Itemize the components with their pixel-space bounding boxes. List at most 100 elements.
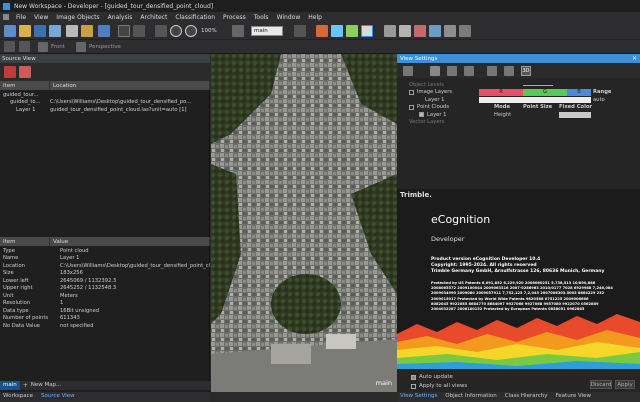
checkbox[interactable]: [409, 89, 414, 95]
open-icon[interactable]: [19, 25, 31, 37]
layers-icon[interactable]: [66, 25, 78, 37]
column-item[interactable]: Item: [0, 81, 50, 90]
tree-row[interactable]: guided_tour...: [0, 91, 210, 99]
map-tab-main[interactable]: main: [0, 381, 20, 390]
perspective-view-label[interactable]: Perspective: [89, 44, 121, 50]
menu-help[interactable]: Help: [304, 14, 326, 21]
apply-button[interactable]: Apply: [615, 380, 635, 389]
cursor-icon[interactable]: [118, 25, 130, 37]
tab-workspace[interactable]: Workspace: [0, 392, 36, 401]
pc-mode-value[interactable]: Height: [494, 112, 511, 118]
layer-mix-icon[interactable]: [294, 25, 306, 37]
import-icon[interactable]: [49, 25, 61, 37]
r-channel[interactable]: R: [479, 88, 523, 96]
split-view-icon[interactable]: [447, 66, 457, 76]
save-icon[interactable]: [34, 25, 46, 37]
tab-source-view[interactable]: Source View: [38, 392, 78, 401]
front-view-icon[interactable]: [38, 42, 48, 52]
3d-view-button[interactable]: 3D: [521, 66, 531, 76]
menu-window[interactable]: Window: [273, 14, 305, 21]
class-icon[interactable]: [414, 25, 426, 37]
prop-name: Unit: [3, 292, 14, 299]
b-channel[interactable]: B: [567, 88, 591, 96]
map-select[interactable]: main: [251, 26, 283, 36]
range-value[interactable]: auto: [593, 97, 605, 103]
quad-view-icon[interactable]: [487, 66, 497, 76]
perspective-view-icon[interactable]: [76, 42, 86, 52]
sync-icon[interactable]: [4, 41, 15, 52]
add-source-icon[interactable]: [4, 66, 16, 78]
fixed-color-swatch[interactable]: [559, 111, 591, 118]
zoom-window-icon[interactable]: [155, 25, 167, 37]
menu-view[interactable]: View: [30, 14, 52, 21]
object-levels-row[interactable]: Object Levels: [397, 81, 640, 89]
sample-icon[interactable]: [429, 25, 441, 37]
image-layers-row[interactable]: Image Layers R G B Range: [397, 88, 640, 97]
b-cell[interactable]: [567, 96, 591, 103]
zoom-out-icon[interactable]: [170, 25, 182, 37]
polygon-icon[interactable]: [346, 25, 358, 37]
menu-tools[interactable]: Tools: [250, 14, 273, 21]
menu-bar: File View Image Objects Analysis Archite…: [0, 12, 640, 22]
close-icon[interactable]: ×: [632, 55, 637, 62]
column-prop-item[interactable]: Item: [0, 237, 50, 246]
zoom-in-icon[interactable]: [185, 25, 197, 37]
menu-analysis[interactable]: Analysis: [104, 14, 137, 21]
fit-icon[interactable]: [232, 25, 244, 37]
tab-feature-view[interactable]: Feature View: [552, 392, 594, 401]
menu-process[interactable]: Process: [219, 14, 250, 21]
vector-layers-row[interactable]: Vector Layers: [397, 119, 640, 127]
point-clouds-row[interactable]: Point Clouds Mode Point Size Fixed Color: [397, 104, 640, 112]
patents-block: Protected by US Patents 6,091,852 6,229,…: [431, 281, 637, 312]
ruler-icon[interactable]: [384, 25, 396, 37]
new-project-icon[interactable]: [4, 25, 16, 37]
column-prop-value[interactable]: Value: [50, 237, 210, 246]
menu-logo-icon: [3, 14, 9, 20]
menu-file[interactable]: File: [12, 14, 30, 21]
source-view-header: Source View: [0, 54, 210, 63]
pixel-view-icon[interactable]: [361, 25, 373, 37]
r-cell[interactable]: [479, 96, 523, 103]
tools-icon[interactable]: [459, 25, 471, 37]
point-cloud-layer-row[interactable]: Layer 1 Height: [397, 85, 640, 119]
zoom-value[interactable]: 100%: [201, 28, 217, 34]
settings-icon[interactable]: [444, 25, 456, 37]
g-cell[interactable]: [523, 96, 567, 103]
checkbox[interactable]: [409, 104, 414, 110]
menu-architect[interactable]: Architect: [136, 14, 171, 21]
export-icon[interactable]: [81, 25, 93, 37]
single-view-icon[interactable]: [430, 66, 440, 76]
triple-view-icon[interactable]: [504, 66, 514, 76]
apply-all-row[interactable]: Apply to all views: [411, 383, 467, 389]
g-channel[interactable]: G: [523, 88, 567, 96]
checkbox-checked[interactable]: [411, 374, 416, 380]
tree-row[interactable]: guided_to... C:\Users\Williams\Desktop\g…: [0, 99, 210, 107]
view-icon[interactable]: [98, 25, 110, 37]
link-icon[interactable]: [19, 41, 30, 52]
discard-button[interactable]: Discard: [590, 380, 612, 389]
image-layer-row[interactable]: Layer 1 auto: [397, 96, 640, 104]
menu-classification[interactable]: Classification: [171, 14, 219, 21]
tab-object-information[interactable]: Object Information: [442, 392, 500, 401]
tab-view-settings[interactable]: View Settings: [397, 392, 440, 401]
prop-value: not specified: [60, 322, 94, 329]
grid-icon[interactable]: [399, 25, 411, 37]
checkbox-checked[interactable]: [419, 112, 424, 118]
classify-icon[interactable]: [331, 25, 343, 37]
auto-update-row[interactable]: Auto update: [411, 374, 453, 380]
prop-value: Layer 1: [60, 255, 80, 262]
layers-settings-icon[interactable]: [403, 66, 413, 76]
tree-row[interactable]: Layer 1 guided_tour_densified_point_clou…: [0, 106, 210, 114]
pan-hand-icon[interactable]: [133, 25, 145, 37]
front-view-label[interactable]: Front: [51, 44, 65, 50]
tab-class-hierarchy[interactable]: Class Hierarchy: [502, 392, 551, 401]
outline-icon[interactable]: [316, 25, 328, 37]
new-map-button[interactable]: New Map...: [28, 381, 65, 390]
checkbox[interactable]: [411, 383, 416, 389]
column-location[interactable]: Location: [50, 81, 210, 90]
about-splash: Trimble. eCognition Developer Product ve…: [397, 189, 640, 369]
vertical-split-icon[interactable]: [464, 66, 474, 76]
map-view[interactable]: main: [211, 54, 397, 392]
remove-source-icon[interactable]: [19, 66, 31, 78]
menu-image-objects[interactable]: Image Objects: [52, 14, 103, 21]
